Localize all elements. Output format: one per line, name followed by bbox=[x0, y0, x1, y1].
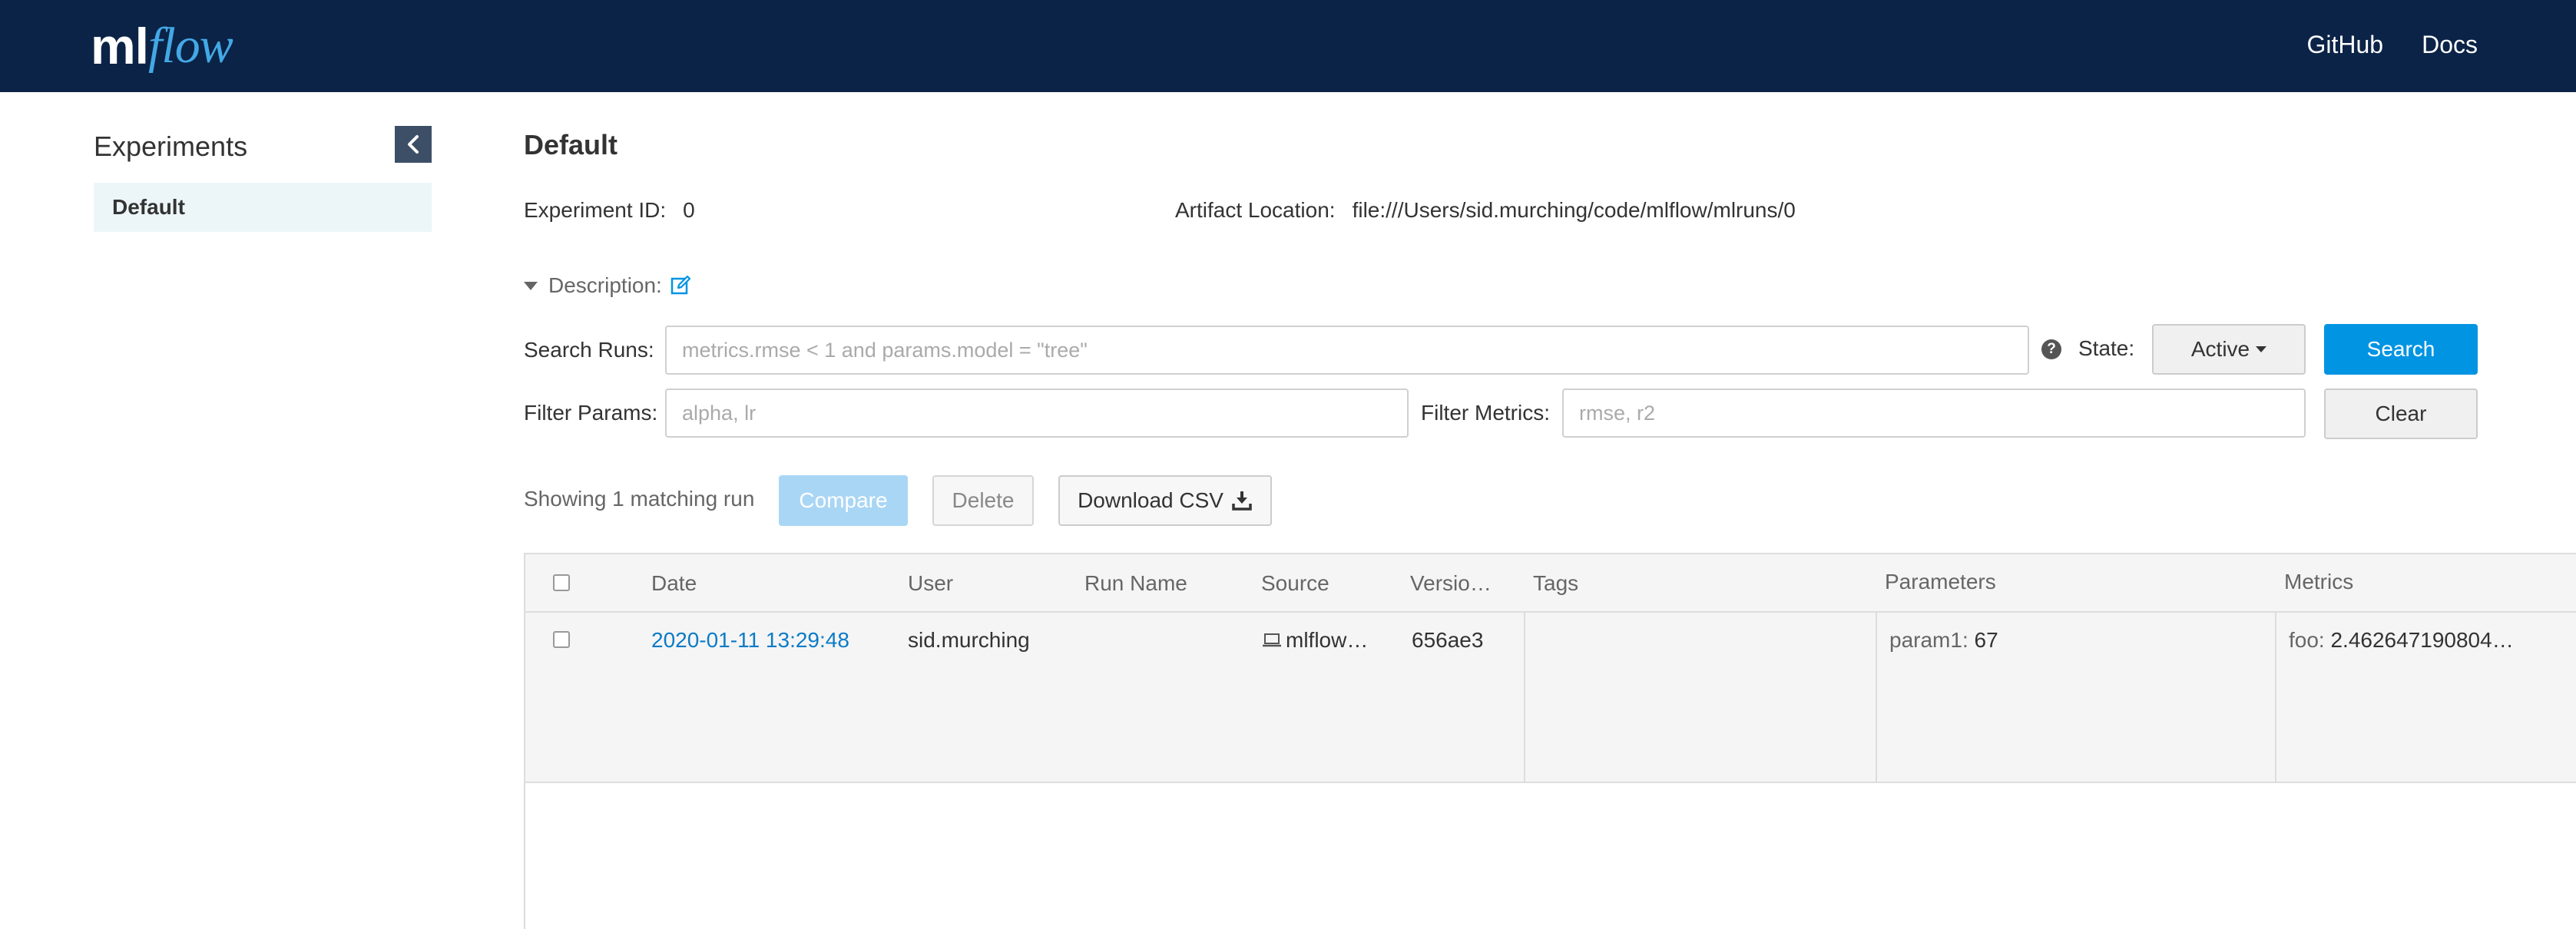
state-value: Active bbox=[2190, 337, 2250, 361]
select-all-checkbox[interactable] bbox=[553, 574, 570, 591]
top-nav-links: GitHub Docs bbox=[2307, 31, 2478, 59]
experiment-id-value: 0 bbox=[683, 198, 695, 222]
help-icon[interactable]: ? bbox=[2041, 339, 2061, 359]
sidebar-item-label: Default bbox=[112, 195, 185, 219]
state-label: State: bbox=[2078, 336, 2135, 360]
laptop-icon bbox=[1263, 633, 1281, 647]
table-row: 2020-01-11 13:29:48 sid.murching mlflow…… bbox=[525, 613, 2576, 783]
column-header-parameters: Parameters bbox=[1885, 570, 1996, 593]
sidebar-item-default[interactable]: Default bbox=[94, 183, 432, 232]
logo-ml: ml bbox=[91, 18, 149, 74]
column-header-user[interactable]: User bbox=[908, 571, 953, 596]
run-param: param1: 67 bbox=[1889, 628, 1998, 653]
column-header-date[interactable]: Date bbox=[651, 571, 697, 596]
artifact-location: Artifact Location: file:///Users/sid.murc… bbox=[1175, 198, 1796, 223]
download-csv-button[interactable]: Download CSV bbox=[1058, 475, 1272, 526]
run-source-label: mlflow… bbox=[1286, 628, 1369, 652]
metric-key: foo: bbox=[2289, 628, 2325, 652]
caret-down-icon bbox=[524, 281, 538, 290]
mlflow-logo[interactable]: ml flow bbox=[91, 17, 233, 75]
edit-icon[interactable] bbox=[670, 275, 691, 296]
logo-flow: flow bbox=[148, 18, 233, 74]
artifact-location-label: Artifact Location: bbox=[1175, 198, 1336, 222]
filter-metrics-input[interactable] bbox=[1562, 388, 2306, 438]
column-divider bbox=[1524, 613, 1525, 783]
experiments-title: Experiments bbox=[94, 131, 248, 162]
column-header-tags: Tags bbox=[1533, 571, 1579, 595]
row-checkbox[interactable] bbox=[553, 631, 570, 648]
delete-button[interactable]: Delete bbox=[932, 475, 1034, 526]
column-divider bbox=[1876, 613, 1877, 783]
column-header-version[interactable]: Versio… bbox=[1410, 571, 1492, 596]
docs-link[interactable]: Docs bbox=[2422, 31, 2478, 59]
top-navbar: ml flow GitHub Docs bbox=[0, 0, 2576, 92]
column-header-source[interactable]: Source bbox=[1261, 571, 1329, 596]
page-title: Default bbox=[524, 129, 618, 160]
experiment-id-label: Experiment ID: bbox=[524, 198, 667, 222]
search-runs-input[interactable] bbox=[665, 326, 2029, 375]
filter-params-label: Filter Params: bbox=[524, 401, 658, 425]
column-divider bbox=[2275, 613, 2276, 783]
search-button[interactable]: Search bbox=[2324, 324, 2478, 375]
caret-down-icon bbox=[2256, 346, 2267, 352]
filter-params-input[interactable] bbox=[665, 388, 1409, 438]
clear-button[interactable]: Clear bbox=[2324, 388, 2478, 439]
column-header-run-name[interactable]: Run Name bbox=[1084, 571, 1187, 596]
artifact-location-value: file:///Users/sid.murching/code/mlflow/m… bbox=[1352, 198, 1796, 222]
description-toggle[interactable]: Description: bbox=[524, 273, 691, 298]
compare-button[interactable]: Compare bbox=[779, 475, 908, 526]
state-dropdown[interactable]: Active bbox=[2152, 324, 2306, 375]
table-header: Date User Run Name Source Versio… Tags P… bbox=[525, 554, 2576, 613]
run-date-link[interactable]: 2020-01-11 13:29:48 bbox=[651, 628, 849, 653]
github-link[interactable]: GitHub bbox=[2307, 31, 2384, 59]
column-header-metrics: Metrics bbox=[2284, 570, 2354, 593]
search-runs-label: Search Runs: bbox=[524, 338, 654, 362]
experiment-list: Default bbox=[94, 183, 432, 232]
run-metric: foo: 2.462647190804… bbox=[2289, 628, 2514, 653]
runs-table: Date User Run Name Source Versio… Tags P… bbox=[524, 553, 2576, 929]
chevron-left-icon bbox=[408, 135, 419, 154]
collapse-sidebar-button[interactable] bbox=[395, 126, 432, 163]
download-csv-label: Download CSV bbox=[1078, 488, 1223, 512]
param-key: param1: bbox=[1889, 628, 1968, 652]
filter-metrics-label: Filter Metrics: bbox=[1421, 401, 1550, 425]
experiment-id: Experiment ID: 0 bbox=[524, 198, 695, 223]
description-label: Description: bbox=[548, 273, 662, 297]
run-user: sid.murching bbox=[908, 628, 1030, 652]
run-source[interactable]: mlflow… bbox=[1261, 628, 1368, 653]
download-icon bbox=[1232, 491, 1252, 511]
run-version: 656ae3 bbox=[1412, 628, 1484, 652]
param-value: 67 bbox=[1974, 628, 1998, 652]
matching-runs-count: Showing 1 matching run bbox=[524, 487, 755, 511]
metric-value: 2.462647190804… bbox=[2330, 628, 2514, 652]
